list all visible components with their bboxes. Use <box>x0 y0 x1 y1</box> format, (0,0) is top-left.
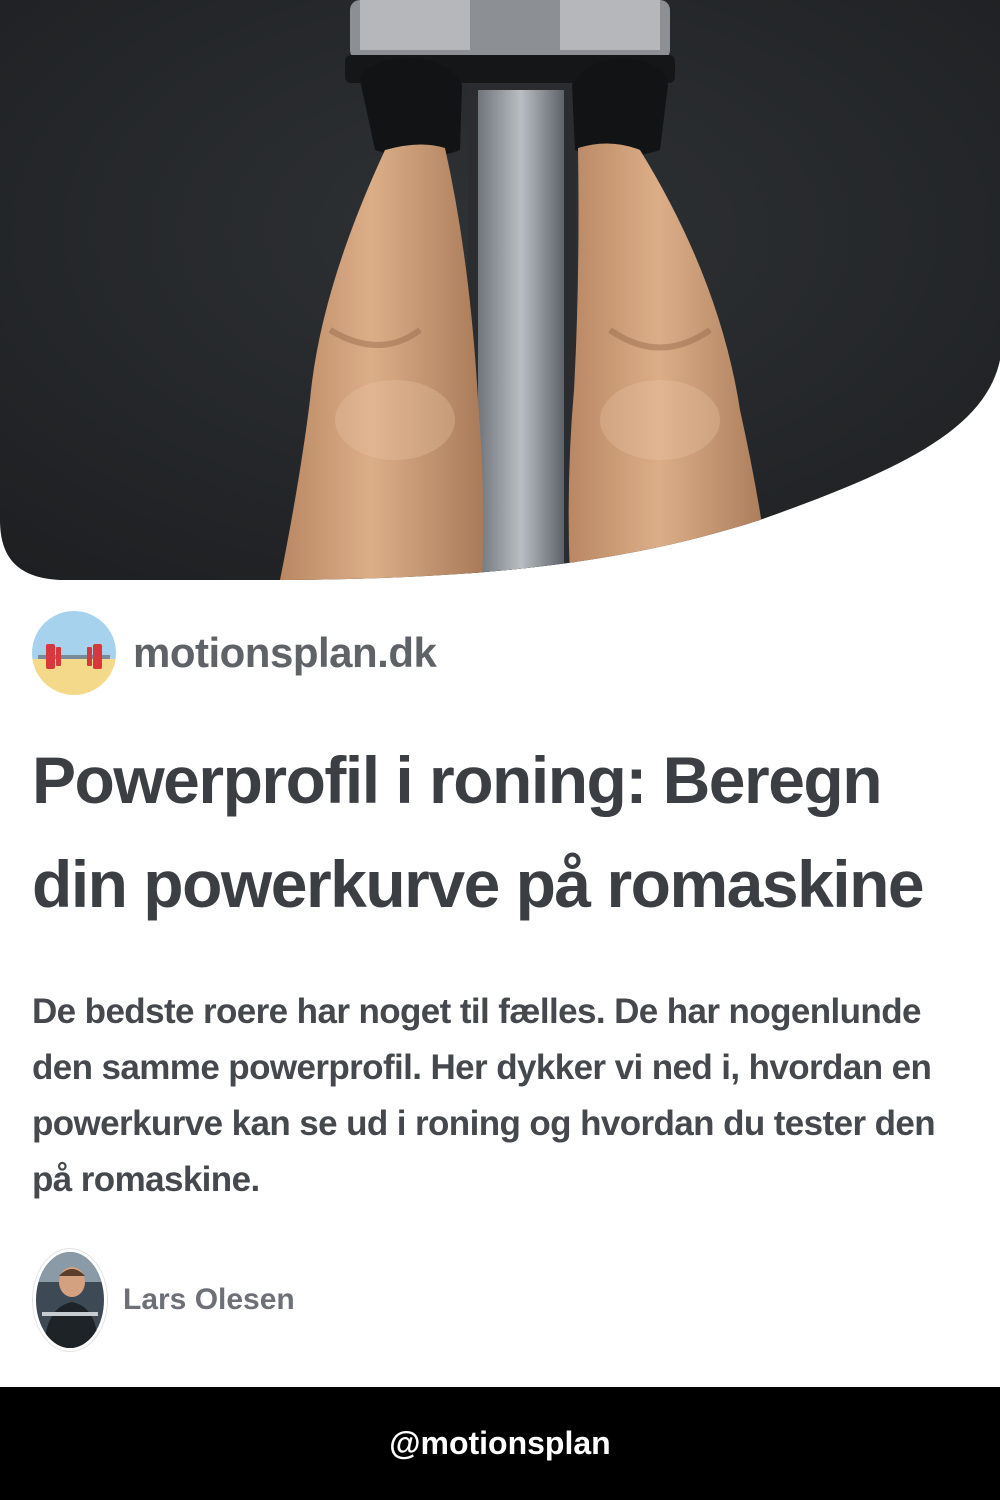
barbell-beach-icon <box>32 611 116 695</box>
author-name[interactable]: Lars Olesen <box>123 1283 295 1317</box>
brand[interactable]: motionsplan.dk <box>32 611 437 695</box>
avatar <box>33 1249 107 1351</box>
footer-bar: @motionsplan <box>0 1387 1000 1500</box>
article-summary: De bedste roere har noget til fælles. De… <box>32 992 936 1199</box>
author-byline[interactable]: Lars Olesen <box>33 1249 295 1351</box>
site-name[interactable]: motionsplan.dk <box>133 629 437 677</box>
social-handle[interactable]: @motionsplan <box>389 1425 610 1462</box>
hero-image <box>0 0 1000 580</box>
article-title: Powerprofil i roning: Beregn din powerku… <box>32 743 925 921</box>
